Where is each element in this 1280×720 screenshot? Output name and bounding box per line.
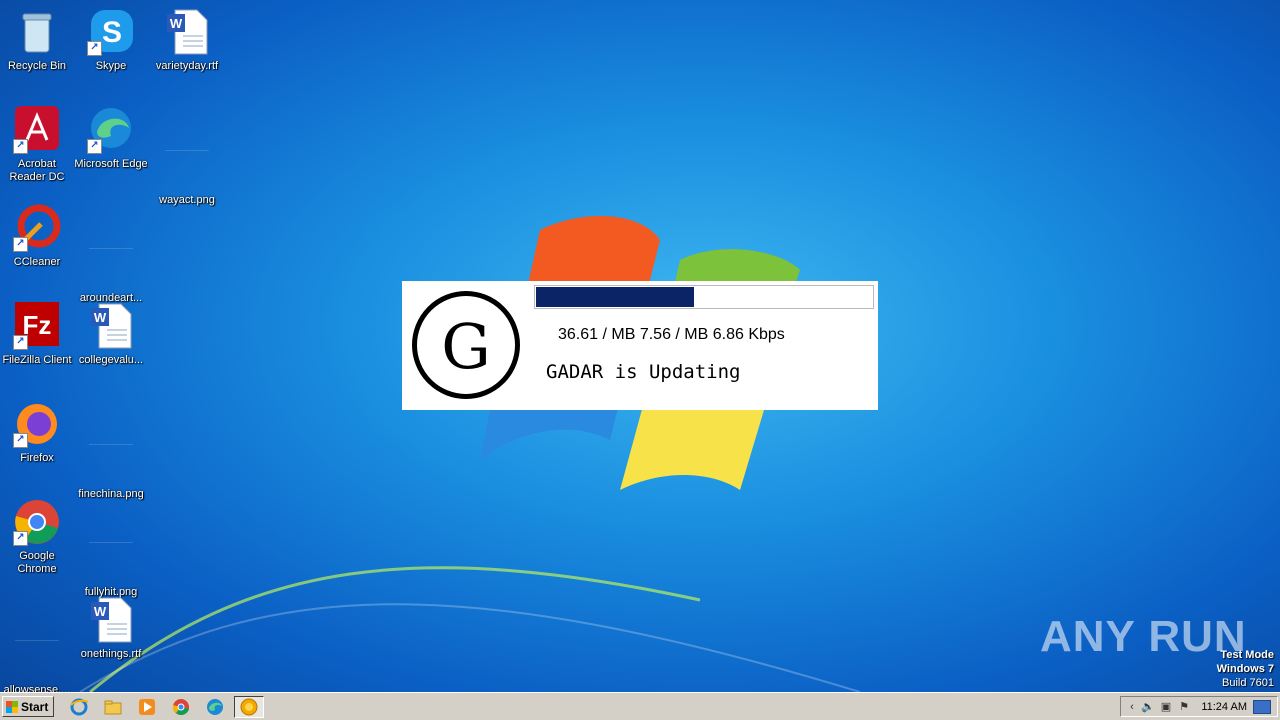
gadar-logo: G: [412, 291, 520, 399]
chrome-desktop-icon[interactable]: ↗ Google Chrome: [0, 498, 74, 576]
shortcut-arrow-icon: ↗: [13, 139, 28, 154]
explorer-icon[interactable]: [102, 696, 124, 718]
progress-fill: [536, 287, 694, 307]
taskbar: Start ‹ 🔈 ▣ ⚑ 11:24 AM: [0, 692, 1280, 720]
network-icon[interactable]: ▣: [1159, 700, 1173, 714]
media-player-icon[interactable]: [136, 696, 158, 718]
filezilla-icon[interactable]: Fz ↗ FileZilla Client: [0, 302, 74, 367]
start-label: Start: [21, 699, 49, 714]
edge-icon[interactable]: [204, 696, 226, 718]
image-file-icon: [165, 142, 209, 151]
update-status-text: GADAR is Updating: [546, 361, 741, 383]
icon-label: varietyday.rtf: [155, 60, 219, 72]
onethings-file-icon[interactable]: W onethings.rtf: [74, 596, 148, 661]
icon-label: Skype: [95, 60, 127, 72]
wayact-file-icon[interactable]: wayact.png: [150, 106, 224, 207]
icon-label: CCleaner: [13, 256, 61, 268]
edge-desktop-icon[interactable]: ↗ Microsoft Edge: [74, 106, 148, 171]
volume-icon[interactable]: 🔈: [1141, 700, 1155, 714]
aroundeart-file-icon[interactable]: aroundeart...: [74, 204, 148, 305]
icon-label: wayact.png: [159, 194, 215, 206]
word-document-icon: W: [167, 9, 208, 55]
system-tray: ‹ 🔈 ▣ ⚑ 11:24 AM: [1120, 696, 1278, 717]
clock[interactable]: 11:24 AM: [1201, 701, 1247, 713]
test-mode-label: Test Mode: [1220, 649, 1274, 661]
shortcut-arrow-icon: ↗: [87, 41, 102, 56]
collegevalu-file-icon[interactable]: W collegevalu...: [74, 302, 148, 367]
image-file-icon: [89, 240, 133, 249]
tray-expand-icon[interactable]: ‹: [1125, 700, 1139, 714]
action-center-flag-icon[interactable]: ⚑: [1177, 700, 1191, 714]
ie-icon[interactable]: [68, 696, 90, 718]
show-desktop-icon[interactable]: [1253, 700, 1271, 714]
shortcut-arrow-icon: ↗: [87, 139, 102, 154]
icon-label: Recycle Bin: [7, 60, 67, 72]
download-stats: 36.61 / MB 7.56 / MB 6.86 Kbps: [558, 326, 785, 343]
svg-text:S: S: [102, 16, 122, 49]
ccleaner-icon[interactable]: ↗ CCleaner: [0, 204, 74, 269]
svg-text:W: W: [94, 604, 107, 619]
test-mode-notice: Test Mode Windows 7 Build 7601: [1217, 648, 1274, 690]
image-file-icon: [89, 534, 133, 543]
icon-label: Google Chrome: [17, 550, 57, 575]
finechina-file-icon[interactable]: finechina.png: [74, 400, 148, 501]
logo-letter: G: [441, 310, 491, 383]
acrobat-icon[interactable]: ↗ Acrobat Reader DC: [0, 106, 74, 184]
trash-icon: [22, 13, 52, 53]
fullyhit-file-icon[interactable]: fullyhit.png: [74, 498, 148, 599]
icon-label: FileZilla Client: [2, 354, 72, 366]
skype-icon[interactable]: S ↗ Skype: [74, 8, 148, 73]
recycle-bin-icon[interactable]: Recycle Bin: [0, 8, 74, 73]
icon-label: onethings.rtf: [80, 648, 142, 660]
varietyday-file-icon[interactable]: W varietyday.rtf: [150, 8, 224, 73]
shortcut-arrow-icon: ↗: [13, 237, 28, 252]
icon-label: Microsoft Edge: [74, 158, 148, 170]
windows-flag-icon: [6, 700, 18, 713]
chrome-icon[interactable]: [170, 696, 192, 718]
icon-label: collegevalu...: [78, 354, 144, 366]
svg-text:W: W: [170, 16, 183, 31]
build-label: Build 7601: [1222, 677, 1274, 689]
shortcut-arrow-icon: ↗: [13, 531, 28, 546]
shortcut-arrow-icon: ↗: [13, 433, 28, 448]
image-file-icon: [15, 632, 59, 641]
icon-label: Firefox: [20, 452, 54, 464]
gadar-app-icon[interactable]: [234, 696, 264, 718]
os-label: Windows 7: [1216, 663, 1274, 675]
word-document-icon: W: [91, 303, 132, 349]
icon-label: Acrobat Reader DC: [9, 158, 65, 183]
start-button[interactable]: Start: [2, 696, 54, 717]
download-progress-bar: [534, 285, 874, 309]
svg-text:W: W: [94, 310, 107, 325]
image-file-icon: [89, 436, 133, 445]
word-document-icon: W: [91, 597, 132, 643]
shortcut-arrow-icon: ↗: [13, 335, 28, 350]
firefox-icon[interactable]: ↗ Firefox: [0, 400, 74, 465]
allowsense-file-icon[interactable]: allowsense....: [0, 596, 74, 697]
gadar-update-window: G 36.61 / MB 7.56 / MB 6.86 Kbps GADAR i…: [402, 281, 878, 410]
